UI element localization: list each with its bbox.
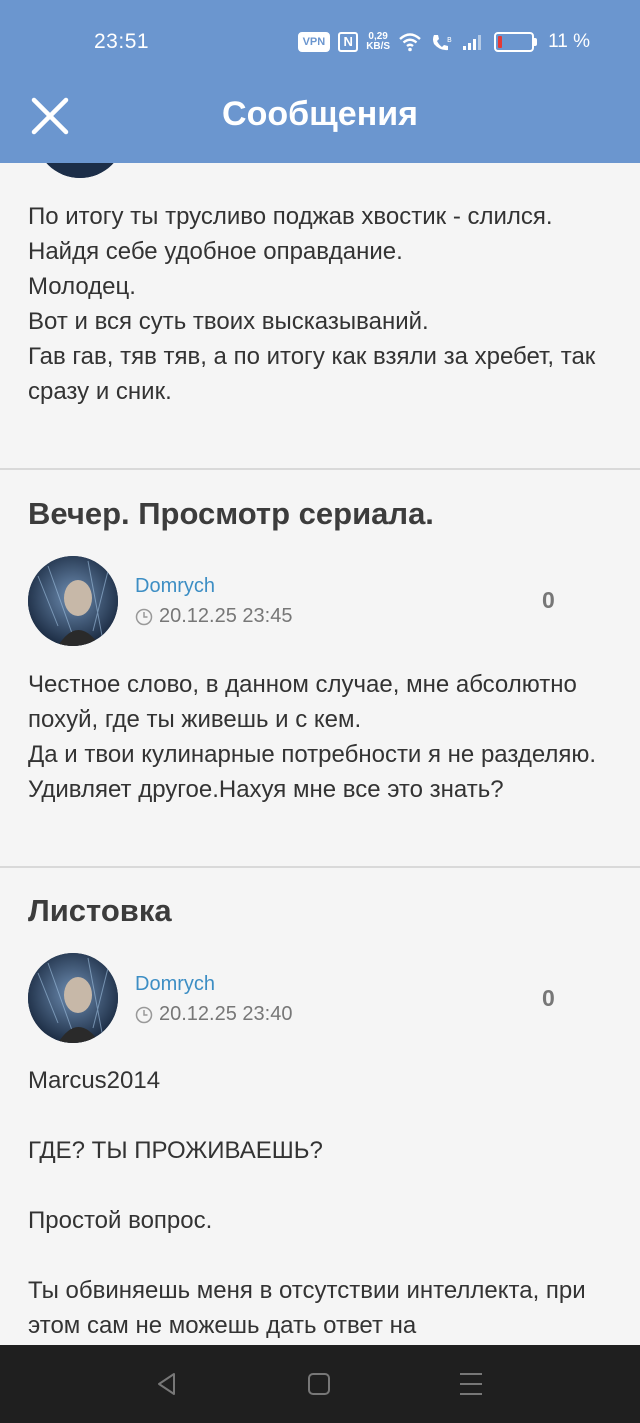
divider bbox=[0, 866, 640, 868]
page-title: Сообщения bbox=[222, 95, 418, 133]
wifi-icon bbox=[399, 33, 421, 52]
vpn-icon: VPN bbox=[297, 32, 331, 52]
post-meta: 20.12.25 23:40 bbox=[135, 1003, 292, 1026]
clock-icon bbox=[135, 1006, 153, 1023]
post-datetime: 20.12.25 23:40 bbox=[159, 1003, 293, 1025]
like-count[interactable]: 0 bbox=[542, 587, 555, 614]
post-body: Честное слово, в данном случае, мне абсо… bbox=[28, 671, 597, 803]
signal-icon bbox=[463, 35, 482, 50]
author-link[interactable]: Domrych bbox=[135, 973, 215, 996]
post-datetime: 20.12.25 23:45 bbox=[159, 605, 293, 627]
avatar bbox=[35, 163, 125, 178]
author-link[interactable]: Domrych bbox=[135, 575, 215, 598]
post-meta: 20.12.25 23:45 bbox=[135, 605, 292, 628]
status-icons: VPN N 0,29 KB/S B 11 % bbox=[297, 26, 590, 58]
app-header: 23:51 VPN N 0,29 KB/S B 11 % Сообщения bbox=[0, 0, 640, 163]
battery-icon bbox=[494, 32, 538, 52]
menu-lines-icon[interactable] bbox=[454, 1367, 488, 1401]
home-square-icon[interactable] bbox=[302, 1367, 336, 1401]
post-body: По итогу ты трусливо поджав хвостик - сл… bbox=[28, 203, 596, 405]
battery-percent: 11 % bbox=[548, 31, 590, 52]
post-title[interactable]: Листовка bbox=[28, 893, 172, 929]
clock-icon bbox=[135, 608, 153, 625]
system-nav-bar bbox=[0, 1345, 640, 1423]
nfc-icon: N bbox=[338, 32, 359, 52]
post-body: Marcus2014 ГДЕ? ТЫ ПРОЖИВАЕШЬ? Простой в… bbox=[28, 1067, 586, 1339]
svg-text:B: B bbox=[447, 36, 452, 44]
messages-feed[interactable]: По итогу ты трусливо поджав хвостик - сл… bbox=[0, 163, 640, 1345]
network-speed: 0,29 KB/S bbox=[366, 31, 391, 52]
post-title[interactable]: Вечер. Просмотр сериала. bbox=[28, 496, 434, 532]
avatar[interactable] bbox=[28, 556, 118, 646]
like-count[interactable]: 0 bbox=[542, 985, 555, 1012]
divider bbox=[0, 468, 640, 470]
volte-call-icon: B bbox=[433, 35, 452, 51]
status-time: 23:51 bbox=[94, 30, 150, 53]
back-triangle-icon[interactable] bbox=[150, 1367, 184, 1401]
status-bar: 23:51 VPN N 0,29 KB/S B 11 % bbox=[0, 0, 640, 88]
avatar[interactable] bbox=[28, 953, 118, 1043]
